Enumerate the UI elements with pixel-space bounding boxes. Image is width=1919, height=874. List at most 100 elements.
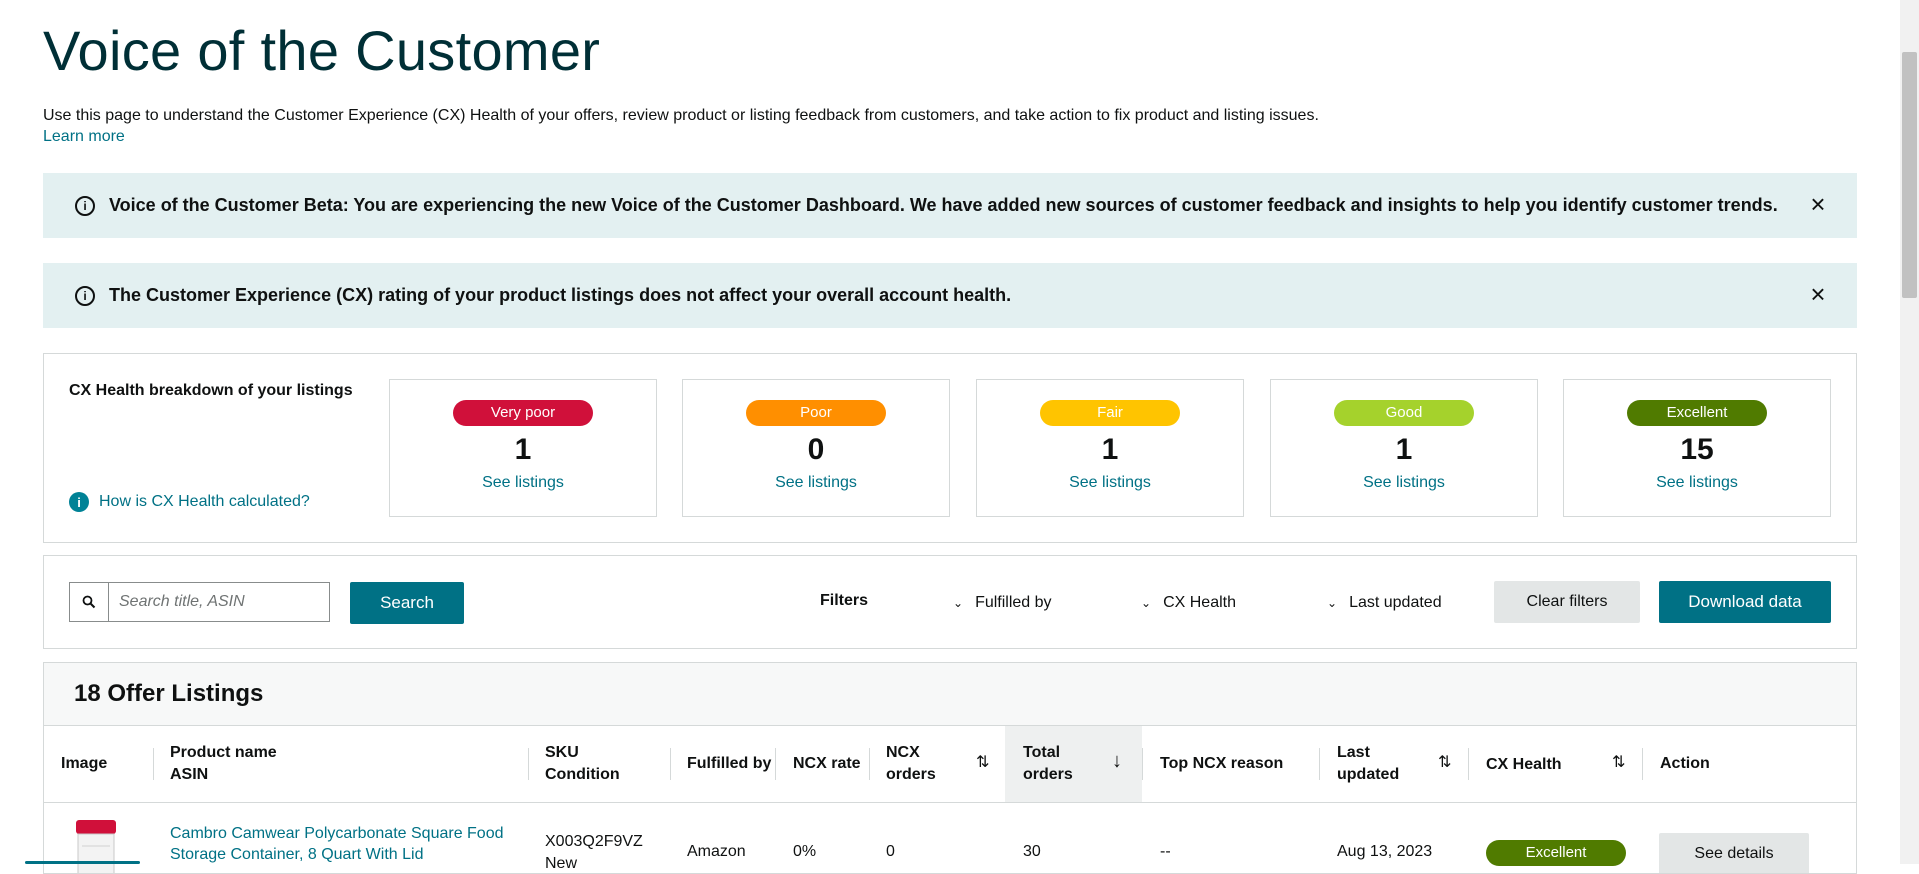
- cx-count: 1: [1395, 433, 1413, 466]
- see-listings-link[interactable]: See listings: [390, 474, 656, 492]
- search-button[interactable]: Search: [350, 582, 464, 624]
- cx-health-filter-label: CX Health: [1163, 594, 1236, 611]
- offer-listings-count: 18 Offer Listings: [74, 680, 264, 707]
- page-description: Use this page to understand the Customer…: [43, 107, 1319, 124]
- cx-health-title: CX Health breakdown of your listings: [69, 382, 353, 399]
- col-action: Action: [1660, 755, 1710, 772]
- beta-banner: i Voice of the Customer Beta: You are ex…: [43, 173, 1857, 238]
- see-listings-link[interactable]: See listings: [1271, 474, 1537, 492]
- sort-icon[interactable]: ⇅: [976, 752, 989, 772]
- sort-descending-icon[interactable]: ↓: [1112, 750, 1122, 773]
- column-divider: [1319, 748, 1320, 780]
- scrollbar[interactable]: [1900, 0, 1919, 864]
- cx-card-very-poor: Very poor 1 See listings: [389, 379, 657, 517]
- col-ncx-rate[interactable]: NCX rate: [793, 726, 861, 802]
- cx-card-good: Good 1 See listings: [1270, 379, 1538, 517]
- see-listings-link[interactable]: See listings: [977, 474, 1243, 492]
- col-ncx-orders-label-2: orders: [886, 766, 936, 783]
- status-badge: Poor: [746, 400, 886, 426]
- chevron-down-icon: ⌄: [1141, 596, 1152, 610]
- col-sku[interactable]: SKU Condition: [545, 726, 620, 802]
- clear-filters-button[interactable]: Clear filters: [1494, 581, 1640, 623]
- col-last-updated-label-2: updated: [1337, 766, 1400, 783]
- top-ncx-reason-value: --: [1160, 843, 1171, 860]
- beta-banner-text: Voice of the Customer Beta: You are expe…: [109, 195, 1778, 215]
- col-last-updated[interactable]: Last updated: [1337, 726, 1399, 802]
- col-condition-label: Condition: [545, 766, 620, 783]
- col-top-ncx-reason[interactable]: Top NCX reason: [1160, 726, 1283, 802]
- cx-count: 15: [1680, 433, 1714, 466]
- last-updated-filter-label: Last updated: [1349, 594, 1442, 611]
- sort-icon[interactable]: ⇅: [1438, 752, 1451, 772]
- cx-health-how-link[interactable]: i How is CX Health calculated?: [69, 492, 310, 512]
- see-listings-link[interactable]: See listings: [1564, 474, 1830, 492]
- cx-health-badge: Excellent: [1486, 840, 1626, 866]
- close-icon[interactable]: ×: [1807, 191, 1829, 217]
- chevron-down-icon: ⌄: [1327, 596, 1338, 610]
- fulfilled-by-filter[interactable]: ⌄ Fulfilled by: [953, 594, 1052, 612]
- column-divider: [528, 748, 529, 780]
- see-listings-link[interactable]: See listings: [683, 474, 949, 492]
- offer-listings-table: 18 Offer Listings Image Product name ASI…: [43, 662, 1857, 874]
- sku-value: X003Q2F9VZ: [545, 833, 643, 850]
- cx-card-poor: Poor 0 See listings: [682, 379, 950, 517]
- col-fulfilled-by[interactable]: Fulfilled by: [687, 726, 771, 802]
- cx-count: 1: [514, 433, 532, 466]
- search-icon: [70, 583, 109, 621]
- ncx-rate-value: 0%: [793, 843, 817, 860]
- search-box: [69, 582, 330, 622]
- column-divider: [153, 748, 154, 780]
- sku-cell: X003Q2F9VZ New: [545, 831, 643, 873]
- product-thumbnail[interactable]: [74, 818, 118, 873]
- table-row: Cambro Camwear Polycarbonate Square Food…: [44, 803, 1856, 873]
- filter-bar: Search Filters ⌄ Fulfilled by ⌄ CX Healt…: [43, 555, 1857, 649]
- filters-label: Filters: [820, 592, 869, 609]
- product-name-line-2[interactable]: Storage Container, 8 Quart With Lid: [170, 844, 504, 865]
- last-updated-value: Aug 13, 2023: [1337, 843, 1433, 860]
- column-divider: [670, 748, 671, 780]
- page-title: Voice of the Customer: [43, 19, 601, 82]
- cx-health-breakdown: CX Health breakdown of your listings i H…: [43, 353, 1857, 543]
- column-divider: [869, 748, 870, 780]
- search-input[interactable]: [109, 583, 329, 621]
- download-data-button[interactable]: Download data: [1659, 581, 1831, 623]
- col-sku-label: SKU: [545, 744, 579, 761]
- scrollbar-thumb[interactable]: [1902, 52, 1917, 298]
- col-total-orders[interactable]: Total orders: [1023, 726, 1073, 802]
- last-updated-filter[interactable]: ⌄ Last updated: [1327, 594, 1442, 612]
- col-ncx-orders-label-1: NCX: [886, 744, 920, 761]
- table-column-headers: Image Product name ASIN SKU Condition Fu…: [44, 726, 1856, 803]
- learn-more-link[interactable]: Learn more: [43, 128, 125, 146]
- status-badge: Very poor: [453, 400, 593, 426]
- cx-health-filter[interactable]: ⌄ CX Health: [1141, 594, 1236, 612]
- cx-card-excellent: Excellent 15 See listings: [1563, 379, 1831, 517]
- col-image: Image: [61, 755, 108, 772]
- cx-rating-banner: i The Customer Experience (CX) rating of…: [43, 263, 1857, 328]
- cx-card-fair: Fair 1 See listings: [976, 379, 1244, 517]
- chevron-down-icon: ⌄: [953, 596, 964, 610]
- sort-icon[interactable]: ⇅: [1612, 752, 1625, 772]
- col-ncx-orders[interactable]: NCX orders: [886, 726, 936, 802]
- status-badge: Excellent: [1627, 400, 1767, 426]
- col-product-name-label: Product name: [170, 744, 277, 761]
- see-details-button[interactable]: See details: [1659, 833, 1809, 873]
- col-total-orders-label-2: orders: [1023, 766, 1073, 783]
- status-badge: Fair: [1040, 400, 1180, 426]
- product-name-link[interactable]: Cambro Camwear Polycarbonate Square Food…: [170, 823, 504, 865]
- column-divider: [1642, 748, 1643, 780]
- fulfilled-by-filter-label: Fulfilled by: [975, 594, 1052, 611]
- col-product-name[interactable]: Product name ASIN: [170, 726, 277, 802]
- ncx-orders-value: 0: [886, 843, 895, 860]
- info-icon: i: [75, 195, 95, 216]
- close-icon[interactable]: ×: [1807, 281, 1829, 307]
- status-badge: Good: [1334, 400, 1474, 426]
- cx-rating-banner-text: The Customer Experience (CX) rating of y…: [109, 285, 1012, 305]
- table-header-bar: 18 Offer Listings: [44, 663, 1856, 726]
- col-cx-health[interactable]: CX Health: [1486, 726, 1562, 802]
- total-orders-value: 30: [1023, 843, 1041, 860]
- product-name-line-1[interactable]: Cambro Camwear Polycarbonate Square Food: [170, 823, 504, 844]
- info-icon: i: [69, 492, 89, 512]
- cx-count: 1: [1101, 433, 1119, 466]
- cx-health-how-text[interactable]: How is CX Health calculated?: [99, 493, 310, 511]
- cx-count: 0: [807, 433, 825, 466]
